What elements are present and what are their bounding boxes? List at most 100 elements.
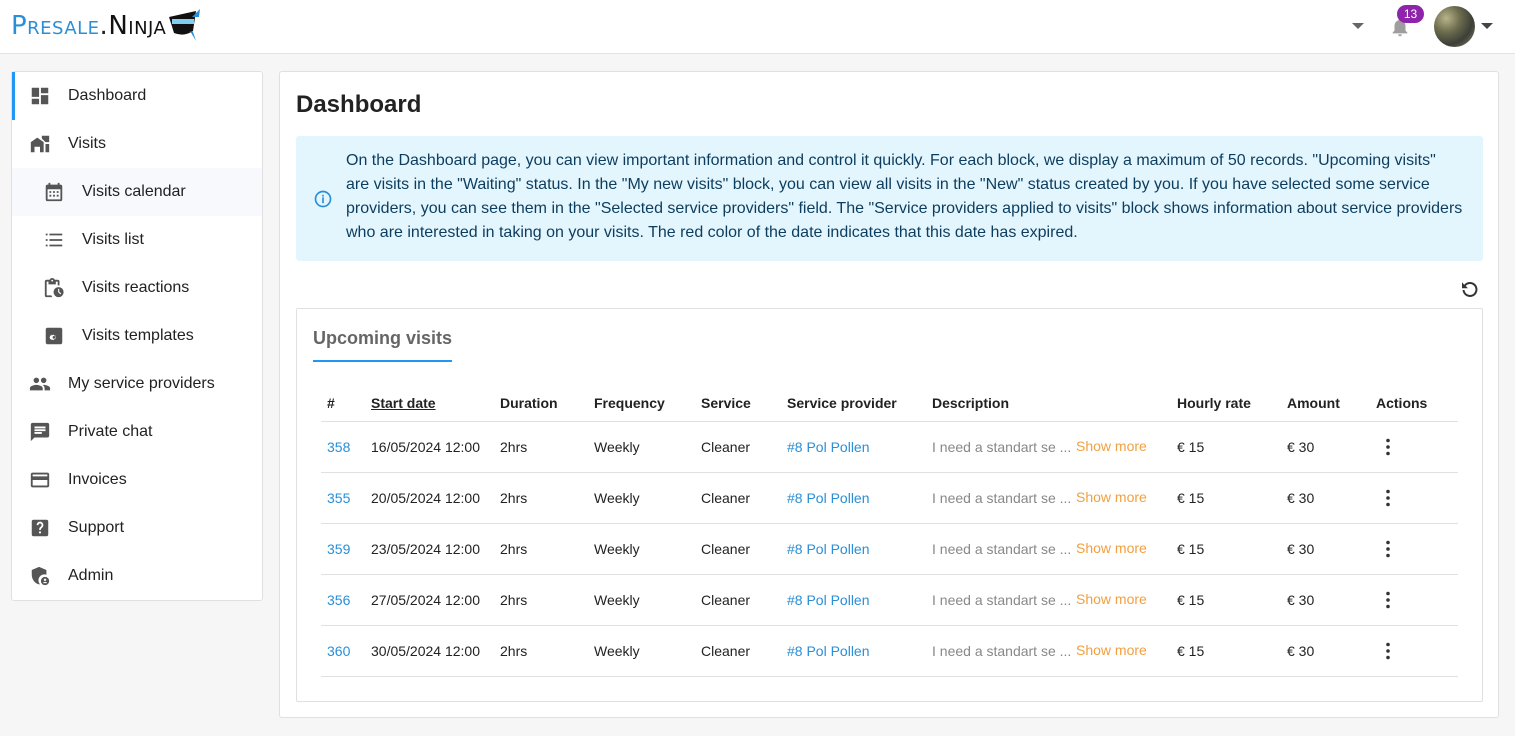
info-text: On the Dashboard page, you can view impo…: [346, 152, 1463, 241]
service-cell: Cleaner: [695, 625, 781, 677]
people-icon: [29, 377, 51, 391]
table-row: 356 27/05/2024 12:00 2hrs Weekly Cleaner #8 P…: [321, 574, 1458, 626]
amount-cell: € 30: [1281, 523, 1370, 575]
description-cell: I need a standart se ... Show more: [926, 421, 1171, 473]
show-more-link[interactable]: Show more: [1076, 438, 1147, 454]
sidebar: Dashboard Visits Visits calendar Visits …: [11, 71, 263, 601]
show-more-link[interactable]: Show more: [1076, 540, 1147, 556]
help-icon: [31, 519, 49, 537]
language-dropdown-caret-icon[interactable]: [1352, 23, 1364, 29]
calendar-icon: [45, 182, 63, 202]
service-provider-link[interactable]: #8 Pol Pollen: [781, 523, 926, 575]
start-date-cell: 20/05/2024 12:00: [365, 472, 494, 524]
template-icon: [45, 327, 63, 345]
sidebar-item-admin[interactable]: Admin: [12, 552, 262, 600]
amount-cell: € 30: [1281, 625, 1370, 677]
service-provider-link[interactable]: #8 Pol Pollen: [781, 472, 926, 524]
notification-badge: 13: [1397, 5, 1424, 23]
sidebar-item-support[interactable]: Support: [12, 504, 262, 552]
sidebar-item-label: Visits list: [82, 231, 144, 248]
show-more-link[interactable]: Show more: [1076, 642, 1147, 658]
visit-id-link[interactable]: 360: [321, 625, 365, 677]
column-header-service: Service: [695, 385, 781, 422]
sidebar-item-visits-templates[interactable]: Visits templates: [12, 312, 262, 360]
info-icon: [314, 190, 332, 208]
ninja-mask-icon: [169, 9, 201, 41]
logo[interactable]: Presale.Ninja: [11, 6, 202, 46]
visit-id-link[interactable]: 355: [321, 472, 365, 524]
column-header-actions: Actions: [1370, 385, 1458, 422]
amount-cell: € 30: [1281, 472, 1370, 524]
sidebar-item-label: Invoices: [68, 471, 127, 488]
logo-text: Presale.Ninja: [11, 11, 167, 41]
sidebar-item-my-service-providers[interactable]: My service providers: [12, 360, 262, 408]
refresh-icon[interactable]: [1458, 277, 1482, 301]
table-row: 355 20/05/2024 12:00 2hrs Weekly Cleaner #8 P…: [321, 472, 1458, 524]
sidebar-item-label: Visits templates: [82, 327, 194, 344]
column-header-hourly-rate: Hourly rate: [1171, 385, 1281, 422]
more-vert-icon[interactable]: [1376, 639, 1400, 663]
sidebar-item-invoices[interactable]: Invoices: [12, 456, 262, 504]
list-icon: [45, 233, 63, 247]
show-more-link[interactable]: Show more: [1076, 591, 1147, 607]
amount-cell: € 30: [1281, 421, 1370, 473]
service-provider-link[interactable]: #8 Pol Pollen: [781, 574, 926, 626]
hourly-rate-cell: € 15: [1171, 625, 1281, 677]
sidebar-item-visits[interactable]: Visits: [12, 120, 262, 168]
sidebar-item-label: Dashboard: [68, 87, 147, 104]
hourly-rate-cell: € 15: [1171, 472, 1281, 524]
sidebar-item-label: Support: [68, 519, 125, 536]
avatar[interactable]: [1434, 6, 1475, 47]
start-date-cell: 27/05/2024 12:00: [365, 574, 494, 626]
service-cell: Cleaner: [695, 472, 781, 524]
table-row: 360 30/05/2024 12:00 2hrs Weekly Cleaner #8 P…: [321, 625, 1458, 677]
frequency-cell: Weekly: [588, 625, 695, 677]
upcoming-visits-card: Upcoming visits # Start date Duration Fr…: [296, 308, 1483, 702]
sidebar-item-label: My service providers: [68, 375, 215, 392]
dashboard-icon: [31, 87, 49, 105]
description-text: I need a standart se ...: [932, 439, 1072, 456]
actions-cell: [1370, 523, 1458, 575]
column-header-start-date[interactable]: Start date: [365, 385, 494, 422]
sidebar-item-dashboard[interactable]: Dashboard: [12, 72, 262, 120]
service-provider-link[interactable]: #8 Pol Pollen: [781, 625, 926, 677]
more-vert-icon[interactable]: [1376, 537, 1400, 561]
frequency-cell: Weekly: [588, 574, 695, 626]
column-header-id: #: [321, 385, 365, 422]
card-icon: [30, 472, 50, 488]
frequency-cell: Weekly: [588, 472, 695, 524]
top-bar: Presale.Ninja 13: [0, 0, 1515, 54]
sidebar-item-visits-calendar[interactable]: Visits calendar: [12, 168, 262, 216]
visit-id-link[interactable]: 358: [321, 421, 365, 473]
visit-id-link[interactable]: 356: [321, 574, 365, 626]
start-date-cell: 23/05/2024 12:00: [365, 523, 494, 575]
service-provider-link[interactable]: #8 Pol Pollen: [781, 421, 926, 473]
sidebar-item-visits-list[interactable]: Visits list: [12, 216, 262, 264]
actions-cell: [1370, 421, 1458, 473]
column-header-duration: Duration: [494, 385, 588, 422]
show-more-link[interactable]: Show more: [1076, 489, 1147, 505]
more-vert-icon[interactable]: [1376, 588, 1400, 612]
actions-cell: [1370, 472, 1458, 524]
sidebar-item-private-chat[interactable]: Private chat: [12, 408, 262, 456]
user-menu-caret-icon[interactable]: [1481, 23, 1493, 29]
sidebar-item-label: Visits: [68, 135, 106, 152]
service-cell: Cleaner: [695, 523, 781, 575]
tab-upcoming-visits[interactable]: Upcoming visits: [313, 328, 453, 362]
hourly-rate-cell: € 15: [1171, 421, 1281, 473]
visit-id-link[interactable]: 359: [321, 523, 365, 575]
more-vert-icon[interactable]: [1376, 435, 1400, 459]
sidebar-item-label: Private chat: [68, 423, 153, 440]
sidebar-item-label: Visits reactions: [82, 279, 190, 296]
column-header-frequency: Frequency: [588, 385, 695, 422]
sidebar-item-label: Admin: [68, 567, 114, 584]
description-text: I need a standart se ...: [932, 592, 1072, 609]
column-header-description: Description: [926, 385, 1171, 422]
description-cell: I need a standart se ... Show more: [926, 625, 1171, 677]
more-vert-icon[interactable]: [1376, 486, 1400, 510]
sidebar-item-visits-reactions[interactable]: Visits reactions: [12, 264, 262, 312]
table-row: 359 23/05/2024 12:00 2hrs Weekly Cleaner #8 P…: [321, 523, 1458, 575]
start-date-cell: 16/05/2024 12:00: [365, 421, 494, 473]
frequency-cell: Weekly: [588, 523, 695, 575]
actions-cell: [1370, 574, 1458, 626]
